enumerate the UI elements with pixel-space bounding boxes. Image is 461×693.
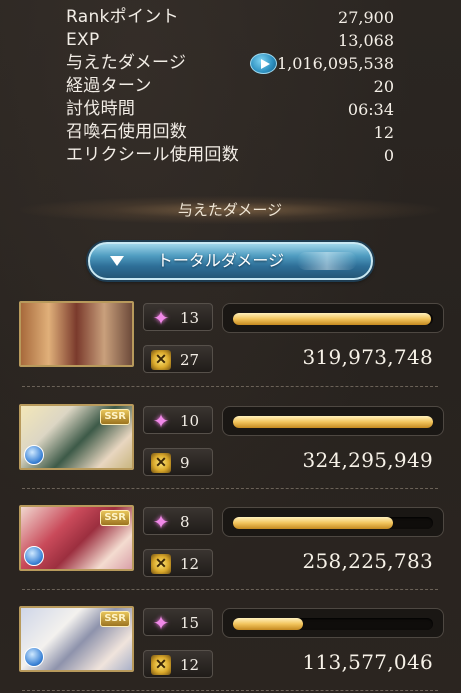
- skill-star-icon: ✦: [152, 306, 170, 330]
- ssr-badge: SSR: [100, 409, 130, 425]
- skill-count: 10: [180, 412, 200, 430]
- ca-count: 9: [180, 454, 190, 472]
- damage-type-dropdown[interactable]: トータルダメージ: [88, 242, 373, 280]
- damage-bar-fill: [233, 313, 431, 325]
- damage-value: 324,295,949: [302, 448, 433, 472]
- ca-count: 27: [180, 351, 200, 369]
- damage-bar-fill: [233, 416, 433, 428]
- damage-bar: [222, 303, 444, 333]
- divider: [22, 690, 438, 691]
- damage-bar: [222, 406, 444, 436]
- skill-count-badge: ✦ 10: [143, 406, 213, 434]
- stat-label: 召喚石使用回数: [66, 122, 188, 142]
- stat-value: 13,068: [338, 31, 394, 50]
- charge-attack-icon: ✕: [151, 655, 171, 675]
- ca-count-badge: ✕ 9: [143, 448, 213, 476]
- stat-value: 1,016,095,538: [276, 54, 394, 73]
- skill-star-icon: ✦: [152, 409, 170, 433]
- character-row: SSR ✦ 8 ✕ 12 258,225,783: [0, 505, 461, 595]
- stat-summons: 召喚石使用回数 12: [0, 121, 461, 144]
- play-icon[interactable]: [250, 53, 277, 74]
- charge-attack-icon: ✕: [151, 554, 171, 574]
- stat-label: エリクシール使用回数: [66, 145, 239, 165]
- ssr-badge: SSR: [100, 611, 130, 627]
- charge-attack-icon: ✕: [151, 453, 171, 473]
- damage-bar: [222, 507, 444, 537]
- stat-value: 06:34: [347, 100, 394, 119]
- skill-count-badge: ✦ 15: [143, 608, 213, 636]
- element-icon: [24, 546, 44, 566]
- skill-count: 15: [180, 614, 200, 632]
- stat-label: 討伐時間: [66, 99, 136, 119]
- element-icon: [24, 445, 44, 465]
- ca-count: 12: [180, 656, 200, 674]
- damage-bar: [222, 608, 444, 638]
- character-row: SSR ✦ 15 ✕ 12 113,577,046: [0, 606, 461, 693]
- stat-value: 27,900: [338, 8, 394, 27]
- character-avatar[interactable]: SSR: [19, 505, 134, 571]
- ca-count: 12: [180, 555, 200, 573]
- charge-attack-icon: ✕: [151, 350, 171, 370]
- damage-value: 258,225,783: [302, 549, 433, 573]
- stats-panel: Rankポイント 27,900 EXP 13,068 与えたダメージ 1,016…: [0, 6, 461, 167]
- skill-star-icon: ✦: [152, 611, 170, 635]
- skill-star-icon: ✦: [152, 510, 170, 534]
- skill-count: 8: [180, 513, 190, 531]
- section-title: 与えたダメージ: [20, 196, 440, 224]
- character-avatar[interactable]: SSR: [19, 404, 134, 470]
- ca-count-badge: ✕ 27: [143, 345, 213, 373]
- divider: [22, 488, 438, 489]
- stat-label: 与えたダメージ: [66, 53, 187, 73]
- skill-count-badge: ✦ 13: [143, 303, 213, 331]
- element-icon: [24, 647, 44, 667]
- stat-label: Rankポイント: [66, 7, 179, 27]
- stat-turns: 経過ターン 20: [0, 75, 461, 98]
- stat-rank-points: Rankポイント 27,900: [0, 6, 461, 29]
- stat-exp: EXP 13,068: [0, 29, 461, 52]
- skill-count: 13: [180, 309, 200, 327]
- divider: [22, 386, 438, 387]
- damage-bar-fill: [233, 517, 393, 529]
- ssr-badge: SSR: [100, 510, 130, 526]
- damage-bar-fill: [233, 618, 303, 630]
- character-row: ✦ 13 ✕ 27 319,973,748: [0, 301, 461, 391]
- character-row: SSR ✦ 10 ✕ 9 324,295,949: [0, 404, 461, 494]
- stat-time: 討伐時間 06:34: [0, 98, 461, 121]
- character-avatar[interactable]: [19, 301, 134, 367]
- ca-count-badge: ✕ 12: [143, 549, 213, 577]
- stat-value: 0: [383, 146, 394, 165]
- dropdown-label: トータルダメージ: [156, 251, 285, 270]
- skill-count-badge: ✦ 8: [143, 507, 213, 535]
- stat-label: 経過ターン: [66, 76, 152, 96]
- stat-elixirs: エリクシール使用回数 0: [0, 144, 461, 167]
- damage-value: 319,973,748: [302, 345, 433, 369]
- divider: [22, 589, 438, 590]
- dropdown-decoration: [297, 252, 357, 270]
- ca-count-badge: ✕ 12: [143, 650, 213, 678]
- damage-value: 113,577,046: [302, 650, 433, 674]
- stat-damage-dealt: 与えたダメージ 1,016,095,538: [0, 52, 461, 75]
- stat-label: EXP: [66, 30, 100, 50]
- stat-value: 20: [373, 77, 394, 96]
- stat-value: 12: [373, 123, 394, 142]
- character-avatar[interactable]: SSR: [19, 606, 134, 672]
